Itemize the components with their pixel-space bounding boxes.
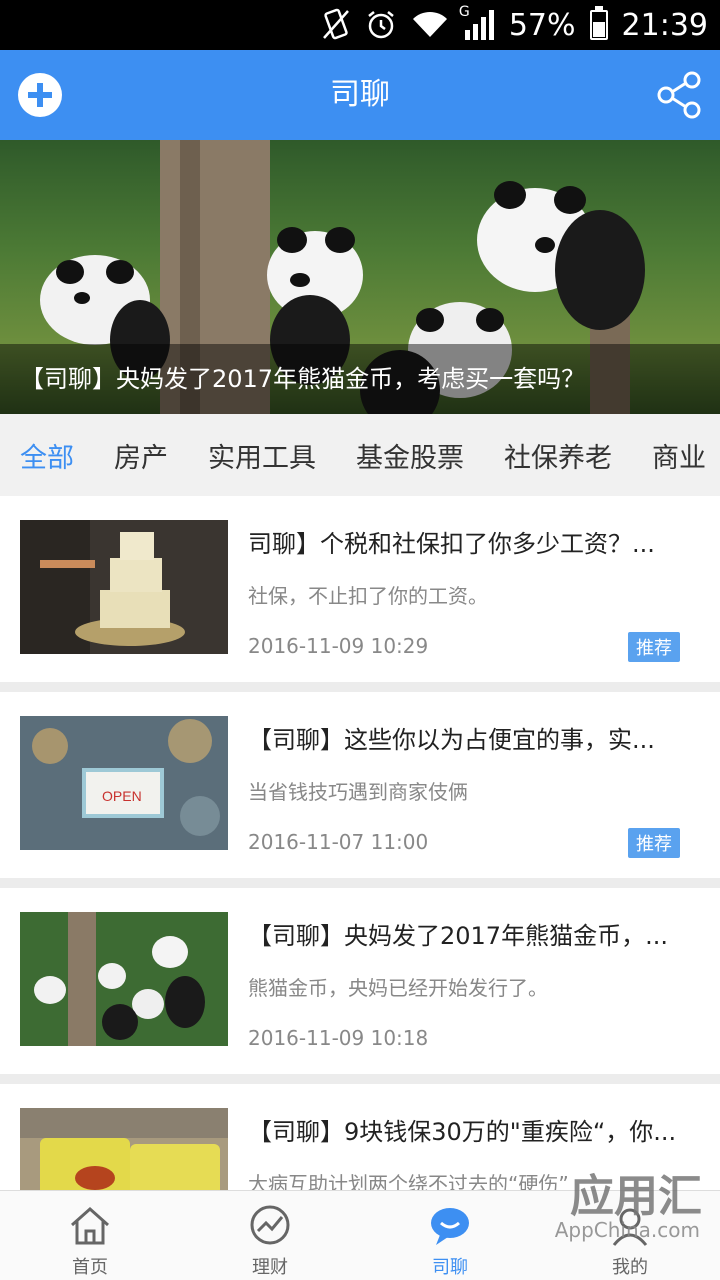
- category-tabs: 全部 房产 实用工具 基金股票 社保养老 商业: [0, 414, 720, 496]
- article-summary: 社保，不止扣了你的工资。: [248, 584, 488, 608]
- banner-caption: 【司聊】央妈发了2017年熊猫金币，考虑买一套吗？: [0, 344, 720, 414]
- list-item[interactable]: 【司聊】央妈发了2017年熊猫金币，... 熊猫金币，央妈已经开始发行了。 20…: [0, 888, 720, 1074]
- page-title: 司聊: [330, 77, 390, 112]
- bottom-navigation: 首页 理财 司聊 我的: [0, 1190, 720, 1280]
- article-title: 【司聊】9块钱保30万的"重疾险“，你...: [248, 1118, 677, 1146]
- article-date: 2016-11-07 11:00: [248, 830, 429, 854]
- recommend-badge: 推荐: [628, 828, 680, 858]
- nav-label: 司聊: [432, 1257, 468, 1278]
- home-icon: [71, 1206, 109, 1245]
- article-date: 2016-11-09 10:29: [248, 634, 429, 658]
- chart-trend-icon: [250, 1205, 290, 1245]
- share-button[interactable]: [654, 70, 704, 120]
- article-title: 【司聊】央妈发了2017年熊猫金币，...: [248, 922, 668, 950]
- app-bar: 司聊: [0, 50, 720, 140]
- tab-real-estate[interactable]: 房产: [94, 436, 168, 475]
- open-sign-text: OPEN: [102, 788, 142, 804]
- tab-social-security[interactable]: 社保养老: [484, 436, 612, 475]
- alarm-icon: [365, 9, 397, 41]
- article-date: 2016-11-09 10:18: [248, 1026, 429, 1050]
- article-title: 司聊】个税和社保扣了你多少工资？...: [248, 530, 655, 558]
- wifi-icon: [411, 11, 449, 39]
- vibrate-icon: [321, 8, 351, 42]
- status-bar: G 57% 21:39: [0, 0, 720, 50]
- article-summary: 当省钱技巧遇到商家伎俩: [248, 780, 468, 804]
- battery-icon: [589, 6, 608, 40]
- tab-tools[interactable]: 实用工具: [188, 436, 316, 475]
- recommend-badge: 推荐: [628, 632, 680, 662]
- chat-icon: [431, 1208, 469, 1245]
- nav-label: 我的: [612, 1257, 648, 1278]
- nav-label: 首页: [72, 1257, 108, 1278]
- article-thumbnail-cake: [20, 520, 228, 654]
- article-thumbnail-pandas: [20, 912, 228, 1046]
- tab-funds-stocks[interactable]: 基金股票: [336, 436, 464, 475]
- article-summary: 熊猫金币，央妈已经开始发行了。: [248, 976, 548, 1000]
- tab-all[interactable]: 全部: [0, 436, 74, 475]
- list-item[interactable]: OPEN 【司聊】这些你以为占便宜的事，实... 当省钱技巧遇到商家伎俩 201…: [0, 692, 720, 878]
- nav-home[interactable]: 首页: [0, 1191, 180, 1280]
- share-icon: [657, 71, 701, 119]
- battery-percent: 57%: [508, 7, 576, 43]
- nav-chat[interactable]: 司聊: [360, 1191, 540, 1280]
- clock: 21:39: [621, 7, 708, 43]
- status-icons: G 57% 21:39: [321, 0, 708, 50]
- article-title: 【司聊】这些你以为占便宜的事，实...: [248, 726, 655, 754]
- cell-signal-icon: G: [459, 4, 495, 40]
- profile-icon: [612, 1208, 648, 1246]
- nav-finance[interactable]: 理财: [180, 1191, 360, 1280]
- nav-label: 理财: [252, 1257, 288, 1278]
- tab-business[interactable]: 商业: [632, 436, 706, 475]
- article-list: 司聊】个税和社保扣了你多少工资？... 社保，不止扣了你的工资。 2016-11…: [0, 496, 720, 1280]
- network-type: G: [458, 4, 470, 20]
- nav-profile[interactable]: 我的: [540, 1191, 720, 1280]
- article-thumbnail-open-sign: OPEN: [20, 716, 228, 850]
- banner-carousel[interactable]: 【司聊】央妈发了2017年熊猫金币，考虑买一套吗？: [0, 140, 720, 414]
- list-item[interactable]: 司聊】个税和社保扣了你多少工资？... 社保，不止扣了你的工资。 2016-11…: [0, 496, 720, 682]
